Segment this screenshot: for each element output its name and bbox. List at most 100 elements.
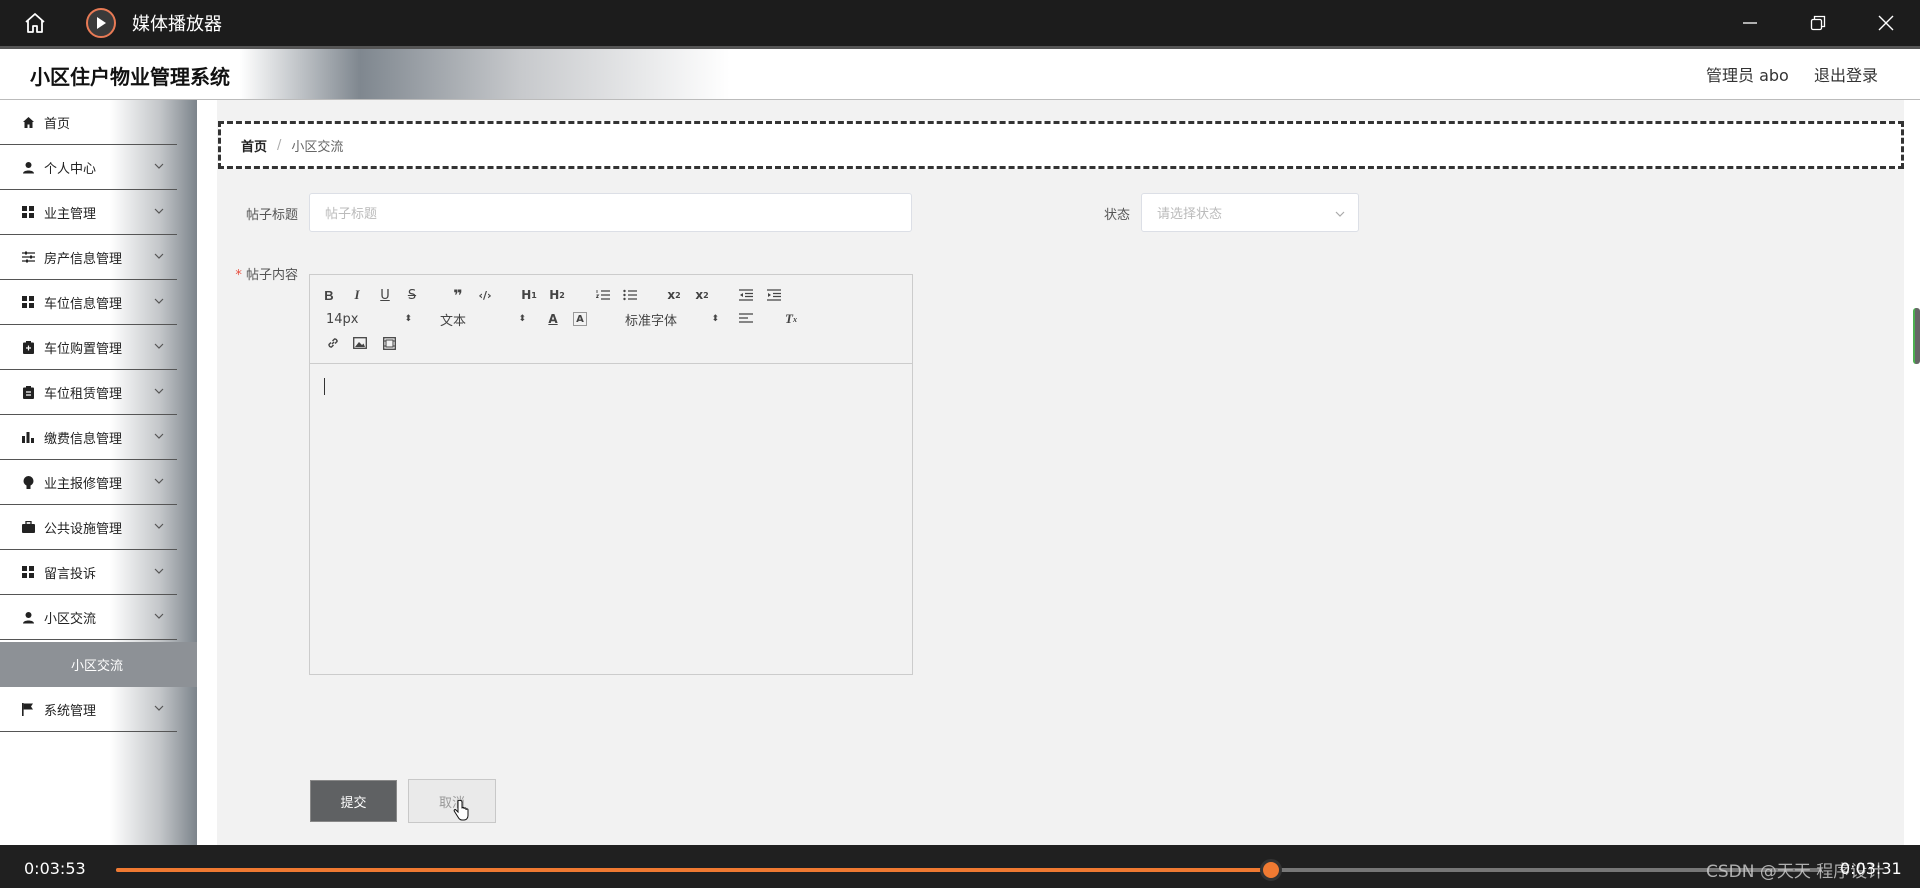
video-icon[interactable] [378,333,400,353]
minimize-button[interactable] [1716,0,1784,46]
sidebar-item-owner-management[interactable]: 业主管理 [0,190,177,235]
chevron-down-icon [154,253,164,259]
chevron-down-icon [154,613,164,619]
heading2-icon[interactable]: H2 [546,285,568,305]
editor-content-area[interactable] [310,364,912,674]
sidebar-item-community-exchange[interactable]: 小区交流 [0,595,177,640]
sidebar-item-label: 首页 [44,116,71,132]
sidebar-item-label: 业主管理 [44,206,97,222]
rich-text-editor: B I U S ❞ ‹/› H1 H2 x2 x2 14px ⬍ 文本 ⬍ A … [309,274,913,675]
seek-handle[interactable] [1259,859,1282,881]
outdent-icon[interactable] [735,285,757,305]
select-arrows-icon: ⬍ [518,314,526,324]
seek-bar[interactable] [116,859,1822,881]
sidebar-item-personal-center[interactable]: 个人中心 [0,145,177,190]
scrollbar-thumb[interactable] [1913,308,1920,364]
text-type-value: 文本 [440,313,467,329]
clipboard-icon [21,385,35,399]
chevron-down-icon [154,568,164,574]
grid-icon [21,565,35,579]
status-select-placeholder: 请选择状态 [1157,207,1223,222]
sidebar-item-payment-info[interactable]: 缴费信息管理 [0,415,177,460]
cancel-button[interactable]: 取消 [408,779,496,823]
user-icon [21,160,35,174]
sliders-icon [21,250,35,264]
current-user: 管理员 abo [1706,66,1789,85]
superscript-icon[interactable]: x2 [691,285,713,305]
breadcrumb-home[interactable]: 首页 [241,136,267,155]
indent-icon[interactable] [763,285,785,305]
sidebar-item-label: 缴费信息管理 [44,431,123,447]
ordered-list-icon[interactable] [592,285,614,305]
sidebar-item-repair-management[interactable]: 业主报修管理 [0,460,177,505]
font-color-icon[interactable]: A [542,309,564,329]
clipboard-icon [21,340,35,354]
hand-cursor-icon [453,800,469,821]
sidebar-item-home[interactable]: 首页 [0,100,177,145]
home-button[interactable] [0,0,70,46]
background-color-icon[interactable]: A [573,312,587,326]
app-header: 小区住户物业管理系统 管理员 abo 退出登录 [0,49,1920,100]
italic-icon[interactable]: I [346,285,368,305]
sidebar-item-public-facilities[interactable]: 公共设施管理 [0,505,177,550]
chevron-down-icon [154,298,164,304]
current-time: 0:03:53 [24,859,86,878]
sidebar-item-system-management[interactable]: 系统管理 [0,687,177,732]
blockquote-icon[interactable]: ❞ [447,285,469,305]
heading1-icon[interactable]: H1 [518,285,540,305]
link-icon[interactable] [322,333,344,353]
system-title: 小区住户物业管理系统 [30,65,230,89]
sidebar-subitem-community-exchange[interactable]: 小区交流 [0,642,197,687]
text-type-select[interactable]: 文本 ⬍ [440,309,526,329]
close-button[interactable] [1852,0,1920,46]
grid-icon [21,295,35,309]
sidebar-item-label: 小区交流 [44,611,97,627]
sidebar-item-label: 车位信息管理 [44,296,123,312]
chevron-down-icon [154,163,164,169]
restore-button[interactable] [1784,0,1852,46]
clear-format-icon[interactable]: Tx [780,309,802,329]
breadcrumb-separator: / [277,137,282,153]
editor-toolbar: B I U S ❞ ‹/› H1 H2 x2 x2 14px ⬍ 文本 ⬍ A … [310,275,912,364]
player-title-bar: 媒体播放器 [0,0,1920,46]
bulb-icon [21,475,35,489]
font-family-value: 标准字体 [625,313,678,329]
breadcrumb-current: 小区交流 [291,139,344,155]
bullet-list-icon[interactable] [619,285,641,305]
bold-icon[interactable]: B [318,285,340,305]
underline-icon[interactable]: U [374,285,396,305]
font-family-select[interactable]: 标准字体 ⬍ [625,309,719,329]
code-icon[interactable]: ‹/› [474,285,496,305]
post-content-label-text: 帖子内容 [245,268,298,283]
strikethrough-icon[interactable]: S [401,285,423,305]
submit-button[interactable]: 提交 [310,780,397,822]
window-controls [1716,0,1920,46]
sidebar-item-parking-info[interactable]: 车位信息管理 [0,280,177,325]
sidebar-item-parking-purchase[interactable]: 车位购置管理 [0,325,177,370]
status-select[interactable]: 请选择状态 [1141,193,1359,232]
playback-bar: 0:03:53 CSDN @天天 程序设计 0:03:31 [0,845,1920,888]
chevron-down-icon [1335,211,1345,217]
user-icon [21,610,35,624]
player-title: 媒体播放器 [132,14,222,35]
chevron-down-icon [154,478,164,484]
subscript-icon[interactable]: x2 [663,285,685,305]
sidebar-item-label: 业主报修管理 [44,476,123,492]
chevron-down-icon [154,208,164,214]
chevron-down-icon [154,705,164,711]
sidebar-item-property-info[interactable]: 房产信息管理 [0,235,177,280]
font-size-select[interactable]: 14px ⬍ [326,309,412,329]
sidebar-item-parking-rental[interactable]: 车位租赁管理 [0,370,177,415]
sidebar-item-complaints[interactable]: 留言投诉 [0,550,177,595]
sidebar-item-label: 个人中心 [44,161,97,177]
post-title-input[interactable]: 帖子标题 [309,193,912,232]
text-caret [324,378,325,395]
total-time: 0:03:31 [1840,859,1902,878]
flag-icon [21,702,35,716]
image-icon[interactable] [349,333,371,353]
font-size-value: 14px [326,311,359,327]
align-left-icon[interactable] [735,309,757,329]
logout-link[interactable]: 退出登录 [1814,62,1878,86]
status-label: 状态 [1103,208,1130,223]
required-mark: * [235,268,242,283]
